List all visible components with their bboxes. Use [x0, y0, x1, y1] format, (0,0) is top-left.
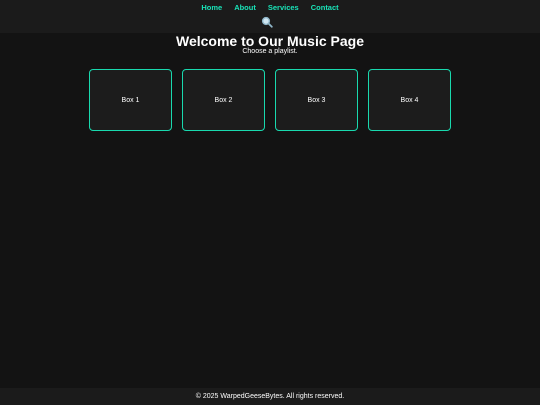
playlist-box-row: Box 1 Box 2 Box 3 Box 4	[89, 69, 451, 131]
playlist-box-1[interactable]: Box 1	[89, 69, 172, 131]
playlist-box-4[interactable]: Box 4	[368, 69, 451, 131]
playlist-box-label: Box 2	[214, 96, 233, 104]
playlist-box-label: Box 1	[121, 96, 140, 104]
top-navigation-bar: Home About Services Contact	[0, 0, 540, 33]
search-icon[interactable]	[261, 15, 273, 28]
playlist-box-label: Box 4	[400, 96, 419, 104]
playlist-box-label: Box 3	[307, 96, 326, 104]
music-page: Home About Services Contact Welcome to O…	[0, 0, 540, 405]
footer-copyright: © 2025 WarpedGeeseBytes. All rights rese…	[195, 393, 345, 400]
footer: © 2025 WarpedGeeseBytes. All rights rese…	[0, 388, 540, 405]
nav-links: Home About Services Contact	[0, 3, 540, 13]
page-subtitle: Choose a playlist.	[242, 48, 298, 55]
playlist-box-3[interactable]: Box 3	[275, 69, 358, 131]
nav-link-services[interactable]: Services	[268, 3, 299, 13]
playlist-box-2[interactable]: Box 2	[182, 69, 265, 131]
nav-link-about[interactable]: About	[234, 3, 256, 13]
nav-link-contact[interactable]: Contact	[311, 3, 339, 13]
nav-link-home[interactable]: Home	[201, 3, 222, 13]
